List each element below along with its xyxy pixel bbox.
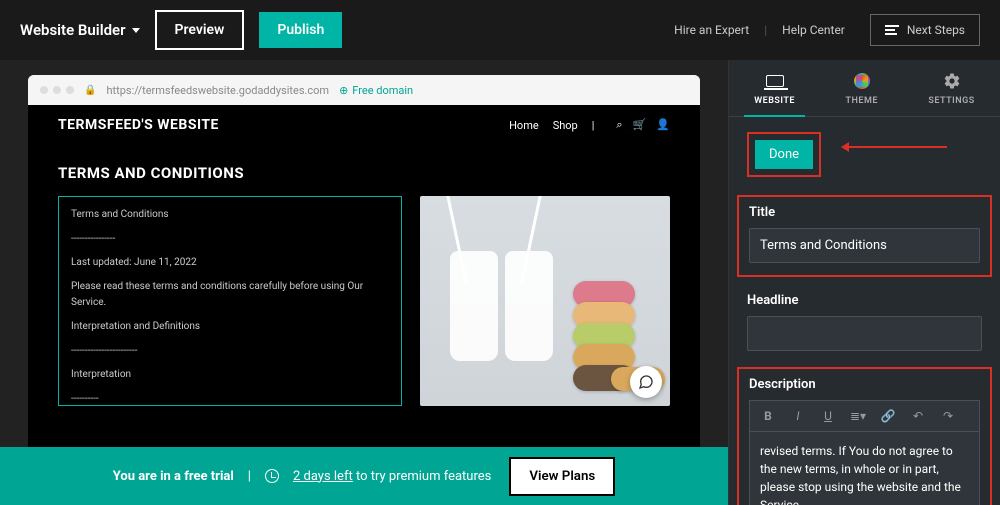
undo-button[interactable]: ↶ bbox=[910, 409, 926, 423]
url-bar: 🔒 https://termsfeedswebsite.godaddysites… bbox=[28, 75, 700, 105]
page-heading: TERMS AND CONDITIONS bbox=[58, 164, 670, 182]
list-icon bbox=[885, 25, 899, 35]
description-field-group: Description B I U ≣▾ 🔗 ↶ ↷ revised terms… bbox=[737, 367, 992, 505]
site-header: TERMSFEED'S WEBSITE Home Shop | ⌕ 🛒 👤 bbox=[58, 105, 670, 146]
tab-website[interactable]: WEBSITE bbox=[744, 72, 805, 116]
search-icon[interactable]: ⌕ bbox=[616, 118, 622, 132]
done-button[interactable]: Done bbox=[755, 140, 813, 169]
italic-button[interactable]: I bbox=[790, 409, 806, 423]
top-bar: Website Builder Preview Publish Hire an … bbox=[0, 0, 1000, 60]
title-field-group: Title bbox=[737, 195, 992, 277]
site-preview[interactable]: TERMSFEED'S WEBSITE Home Shop | ⌕ 🛒 👤 TE… bbox=[28, 105, 700, 447]
panel-body: Done Title Headline Description B I U ≣▾ bbox=[729, 117, 1000, 505]
window-dots bbox=[40, 86, 74, 94]
next-steps-label: Next Steps bbox=[907, 23, 965, 37]
nav-shop[interactable]: Shop bbox=[553, 119, 578, 132]
hire-expert-link[interactable]: Hire an Expert bbox=[674, 23, 749, 37]
tab-theme[interactable]: THEME bbox=[835, 72, 887, 116]
tab-settings[interactable]: SETTINGS bbox=[918, 72, 984, 116]
headline-input[interactable] bbox=[747, 316, 982, 351]
underline-button[interactable]: U bbox=[820, 409, 836, 423]
main-area: 🔒 https://termsfeedswebsite.godaddysites… bbox=[0, 60, 1000, 505]
publish-button[interactable]: Publish bbox=[259, 12, 342, 48]
terms-text-block[interactable]: Terms and Conditions ---------------- La… bbox=[58, 196, 402, 406]
url-text: https://termsfeedswebsite.godaddysites.c… bbox=[106, 84, 329, 97]
view-plans-button[interactable]: View Plans bbox=[509, 457, 615, 496]
link-button[interactable]: 🔗 bbox=[880, 409, 896, 423]
canvas-area: 🔒 https://termsfeedswebsite.godaddysites… bbox=[0, 60, 728, 505]
bold-button[interactable]: B bbox=[760, 409, 776, 423]
title-input[interactable] bbox=[749, 228, 980, 263]
help-center-link[interactable]: Help Center bbox=[782, 23, 845, 37]
days-left-link[interactable]: 2 days left bbox=[293, 469, 353, 484]
panel-tabs: WEBSITE THEME SETTINGS bbox=[729, 60, 1000, 117]
site-title: TERMSFEED'S WEBSITE bbox=[58, 117, 219, 133]
gear-icon bbox=[942, 72, 962, 90]
clock-icon bbox=[265, 469, 279, 483]
preview-button[interactable]: Preview bbox=[155, 10, 245, 50]
content-row: Terms and Conditions ---------------- La… bbox=[58, 196, 670, 406]
headline-field-group: Headline bbox=[747, 293, 982, 351]
title-label: Title bbox=[749, 205, 980, 220]
nav-divider: | bbox=[592, 119, 595, 132]
chevron-down-icon bbox=[132, 28, 140, 33]
hero-image[interactable] bbox=[420, 196, 670, 406]
headline-label: Headline bbox=[747, 293, 982, 308]
user-icon[interactable]: 👤 bbox=[656, 118, 670, 132]
description-editor[interactable]: revised terms. If You do not agree to th… bbox=[749, 431, 980, 505]
next-steps-button[interactable]: Next Steps bbox=[870, 14, 980, 46]
laptop-icon bbox=[766, 75, 784, 87]
rte-toolbar: B I U ≣▾ 🔗 ↶ ↷ bbox=[749, 400, 980, 431]
divider: | bbox=[764, 23, 767, 37]
arrow-annotation bbox=[847, 146, 947, 148]
list-button[interactable]: ≣▾ bbox=[850, 409, 866, 423]
trial-bar: You are in a free trial | 2 days left to… bbox=[0, 447, 728, 505]
top-links: Hire an Expert | Help Center Next Steps bbox=[674, 14, 980, 46]
palette-icon bbox=[854, 73, 870, 89]
site-nav: Home Shop | ⌕ 🛒 👤 bbox=[509, 118, 670, 132]
done-annotation: Done bbox=[747, 132, 982, 177]
lock-icon: 🔒 bbox=[84, 85, 96, 96]
brand-label: Website Builder bbox=[20, 21, 126, 39]
nav-home[interactable]: Home bbox=[509, 119, 539, 132]
browser-frame: 🔒 https://termsfeedswebsite.godaddysites… bbox=[28, 75, 700, 447]
tag-icon: ⊕ bbox=[339, 84, 348, 97]
redo-button[interactable]: ↷ bbox=[940, 409, 956, 423]
brand-dropdown[interactable]: Website Builder bbox=[20, 21, 140, 39]
description-label: Description bbox=[749, 377, 980, 392]
side-panel: WEBSITE THEME SETTINGS Done Title bbox=[728, 60, 1000, 505]
free-domain-link[interactable]: ⊕ Free domain bbox=[339, 84, 413, 97]
chat-icon[interactable] bbox=[630, 366, 662, 398]
cart-icon[interactable]: 🛒 bbox=[633, 118, 647, 132]
